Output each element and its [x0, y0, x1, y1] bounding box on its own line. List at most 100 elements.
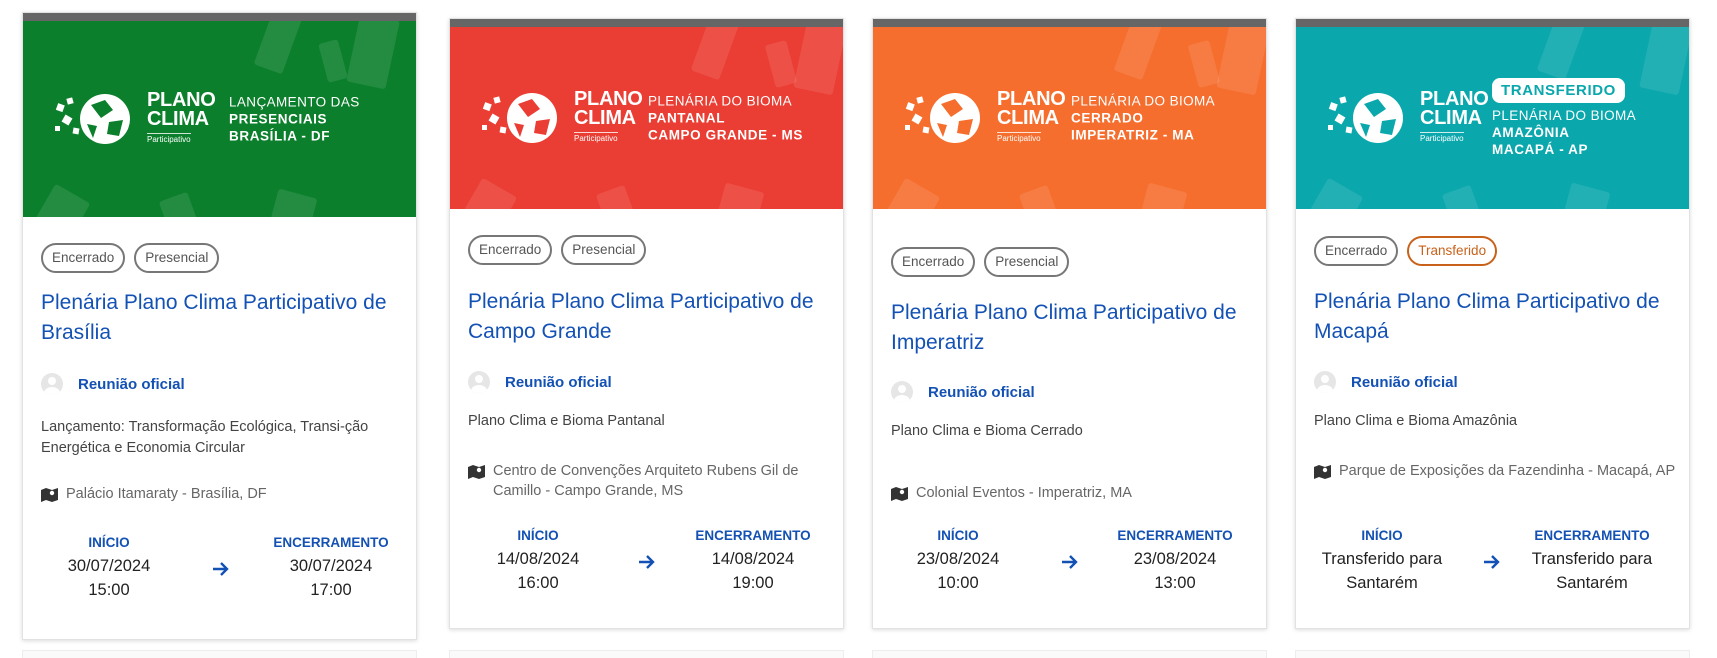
organizer: Reunião oficial	[41, 373, 185, 395]
event-card[interactable]: PLANO CLIMA Participativo TRANSFERIDO PL…	[1295, 18, 1690, 629]
format-badge: Presencial	[984, 247, 1070, 277]
logo-line2: CLIMA	[147, 108, 209, 130]
banner-line1: PLENÁRIA DO BIOMA	[648, 93, 793, 109]
event-location: Colonial Eventos - Imperatriz, MA	[891, 483, 1262, 503]
banner-line3: IMPERATRIZ - MA	[1071, 127, 1195, 143]
organizer: Reunião oficial	[891, 381, 1035, 403]
start-line2: 16:00	[517, 574, 559, 592]
start-date: INÍCIO 23/08/2024 10:00	[883, 528, 1033, 595]
event-title-link[interactable]: Plenária Plano Clima Participativo de Br…	[41, 288, 402, 348]
end-line2: Santarém	[1556, 574, 1628, 592]
banner-text: PLENÁRIA DO BIOMA CERRADO IMPERATRIZ - M…	[1071, 93, 1215, 144]
organizer-label[interactable]: Reunião oficial	[928, 384, 1035, 401]
event-title-link[interactable]: Plenária Plano Clima Participativo de Ca…	[468, 287, 829, 347]
globe-logo-icon	[482, 93, 557, 143]
event-banner-image[interactable]: PLANO CLIMA Participativo PLENÁRIA DO BI…	[450, 27, 843, 209]
status-tags: Encerrado Transferido	[1314, 236, 1498, 266]
banner-line3: MACAPÁ - AP	[1492, 142, 1589, 157]
event-card[interactable]: PLANO CLIMA Participativo PLENÁRIA DO BI…	[872, 18, 1267, 629]
avatar	[41, 373, 63, 395]
banner-text: PLENÁRIA DO BIOMA PANTANAL CAMPO GRANDE …	[648, 93, 803, 144]
event-location: Parque de Exposições da Fazendinha - Mac…	[1314, 461, 1685, 481]
end-date: ENCERRAMENTO 14/08/2024 19:00	[678, 528, 828, 595]
plano-clima-logo: PLANO CLIMA Participativo	[53, 90, 216, 148]
next-row-card	[22, 650, 417, 658]
avatar	[891, 381, 913, 403]
banner-line3: BRASÍLIA - DF	[229, 128, 331, 144]
next-row-card	[1295, 650, 1690, 658]
format-badge: Presencial	[134, 243, 220, 273]
organizer-label[interactable]: Reunião oficial	[78, 376, 185, 393]
arrow-right-icon	[1062, 555, 1078, 569]
format-badge: Presencial	[561, 235, 647, 265]
arrow-right-icon	[213, 562, 229, 576]
plano-clima-logo: PLANO CLIMA Participativo	[1326, 89, 1489, 147]
end-line1: 30/07/2024	[289, 557, 373, 575]
avatar	[1314, 371, 1336, 393]
banner-text: TRANSFERIDO PLENÁRIA DO BIOMA AMAZÔNIA M…	[1492, 78, 1636, 158]
banner-line3: CAMPO GRANDE - MS	[648, 127, 803, 143]
logo-sub: Participativo	[997, 132, 1041, 143]
logo-sub: Participativo	[574, 132, 618, 143]
organizer-label[interactable]: Reunião oficial	[1351, 374, 1458, 391]
end-label: ENCERRAMENTO	[1534, 528, 1650, 543]
banner-text: LANÇAMENTO DAS PRESENCIAIS BRASÍLIA - DF	[229, 94, 360, 145]
banner-line2: AMAZÔNIA	[1492, 125, 1570, 140]
plano-clima-logo: PLANO CLIMA Participativo	[903, 89, 1066, 147]
start-line2: 15:00	[88, 581, 130, 599]
end-date: ENCERRAMENTO 23/08/2024 13:00	[1100, 528, 1250, 595]
start-line1: Transferido para	[1321, 550, 1443, 568]
start-label: INÍCIO	[517, 528, 559, 543]
event-banner-image[interactable]: PLANO CLIMA Participativo LANÇAMENTO DAS…	[23, 21, 416, 217]
end-date: ENCERRAMENTO 30/07/2024 17:00	[256, 535, 406, 602]
event-location: Centro de Convenções Arquiteto Rubens Gi…	[468, 461, 839, 501]
end-date: ENCERRAMENTO Transferido para Santarém	[1517, 528, 1667, 595]
status-badge-transferred: Transferido	[1407, 236, 1498, 266]
map-icon	[468, 465, 485, 479]
transferred-badge: TRANSFERIDO	[1492, 78, 1625, 103]
start-line1: 14/08/2024	[496, 550, 580, 568]
map-icon	[1314, 465, 1331, 479]
organizer: Reunião oficial	[1314, 371, 1458, 393]
start-label: INÍCIO	[937, 528, 979, 543]
status-tags: Encerrado Presencial	[41, 243, 220, 273]
end-label: ENCERRAMENTO	[695, 528, 811, 543]
event-description: Plano Clima e Bioma Pantanal	[468, 413, 665, 429]
event-card[interactable]: PLANO CLIMA Participativo LANÇAMENTO DAS…	[22, 12, 417, 640]
end-line2: 19:00	[732, 574, 774, 592]
event-banner-image[interactable]: PLANO CLIMA Participativo TRANSFERIDO PL…	[1296, 27, 1689, 209]
end-label: ENCERRAMENTO	[273, 535, 389, 550]
event-description: Plano Clima e Bioma Cerrado	[891, 423, 1083, 439]
banner-line2: PRESENCIAIS	[229, 111, 328, 127]
card-top-bar	[23, 13, 416, 21]
map-icon	[891, 487, 908, 501]
event-card[interactable]: PLANO CLIMA Participativo PLENÁRIA DO BI…	[449, 18, 844, 629]
card-top-bar	[873, 19, 1266, 27]
event-location: Palácio Itamaraty - Brasília, DF	[41, 484, 412, 504]
banner-line1: PLENÁRIA DO BIOMA	[1071, 93, 1216, 109]
event-description: Plano Clima e Bioma Amazônia	[1314, 413, 1518, 429]
start-date: INÍCIO Transferido para Santarém	[1307, 528, 1457, 595]
organizer-label[interactable]: Reunião oficial	[505, 374, 612, 391]
next-row-card	[872, 650, 1267, 658]
end-line1: 14/08/2024	[711, 550, 795, 568]
avatar	[468, 371, 490, 393]
banner-line1: LANÇAMENTO DAS	[229, 94, 360, 110]
start-date: INÍCIO 30/07/2024 15:00	[34, 535, 184, 602]
next-row-card	[449, 650, 844, 658]
logo-sub: Participativo	[1420, 132, 1464, 143]
start-line2: 10:00	[937, 574, 979, 592]
plano-clima-logo: PLANO CLIMA Participativo	[480, 89, 643, 147]
location-text: Centro de Convenções Arquiteto Rubens Gi…	[493, 463, 799, 499]
status-tags: Encerrado Presencial	[891, 247, 1070, 277]
location-text: Parque de Exposições da Fazendinha - Mac…	[1339, 463, 1676, 479]
start-date: INÍCIO 14/08/2024 16:00	[463, 528, 613, 595]
end-line1: 23/08/2024	[1133, 550, 1217, 568]
logo-sub: Participativo	[147, 133, 191, 144]
event-title-link[interactable]: Plenária Plano Clima Participativo de Ma…	[1314, 287, 1675, 347]
event-banner-image[interactable]: PLANO CLIMA Participativo PLENÁRIA DO BI…	[873, 27, 1266, 209]
card-top-bar	[1296, 19, 1689, 27]
event-title-link[interactable]: Plenária Plano Clima Participativo de Im…	[891, 298, 1252, 358]
map-icon	[41, 488, 58, 502]
status-tags: Encerrado Presencial	[468, 235, 647, 265]
